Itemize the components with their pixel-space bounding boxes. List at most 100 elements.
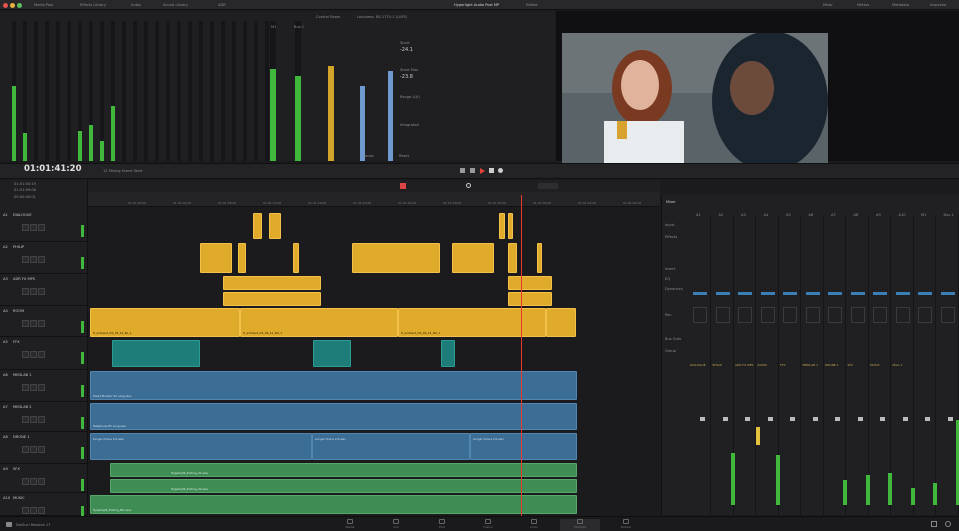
dynamics-graph[interactable]	[715, 307, 730, 323]
dynamics-graph[interactable]	[805, 307, 820, 323]
fader-knob[interactable]	[745, 417, 750, 421]
fader-knob[interactable]	[812, 417, 818, 421]
home-icon[interactable]	[931, 521, 937, 527]
eq-thumb[interactable]	[783, 292, 797, 295]
fader-knob[interactable]	[835, 417, 840, 421]
fader-knob[interactable]	[880, 417, 885, 421]
clip-dialogue-3[interactable]	[499, 213, 505, 239]
clip-philip-4[interactable]	[352, 243, 440, 273]
solo-button[interactable]	[30, 478, 37, 485]
page-color[interactable]: Color	[514, 519, 554, 531]
solo-button[interactable]	[30, 384, 37, 391]
clip-ffx-3[interactable]	[441, 340, 455, 367]
eq-thumb[interactable]	[850, 292, 865, 295]
record-button[interactable]	[22, 320, 29, 327]
dynamics-graph[interactable]	[828, 307, 842, 323]
clip-ffx-2[interactable]	[313, 340, 351, 367]
dynamics-graph[interactable]	[738, 307, 752, 323]
page-deliver[interactable]: Deliver	[606, 519, 646, 531]
dynamics-graph[interactable]	[693, 307, 707, 323]
playhead[interactable]	[521, 195, 522, 516]
clip-room-1[interactable]: H_ambient_DS_04_12_Ro_1	[90, 308, 240, 337]
clip-philip-7[interactable]	[537, 243, 542, 273]
mute-button[interactable]	[38, 351, 45, 358]
record-button[interactable]	[22, 446, 29, 453]
eq-thumb[interactable]	[828, 292, 842, 295]
link-icon[interactable]	[466, 183, 471, 188]
eq-thumb[interactable]	[918, 292, 932, 295]
eq-thumb[interactable]	[940, 292, 955, 295]
fader-knob[interactable]	[700, 417, 705, 421]
record-button[interactable]	[22, 478, 29, 485]
mute-button[interactable]	[38, 288, 45, 295]
clip-medlab-1[interactable]: Heart Monitor Sci Long.wav	[90, 371, 577, 400]
dynamics-graph[interactable]	[918, 307, 932, 323]
stop-icon[interactable]	[489, 168, 494, 173]
mute-button[interactable]	[38, 384, 45, 391]
fader-knob[interactable]	[767, 417, 773, 421]
dynamics-graph[interactable]	[873, 307, 887, 323]
dynamics-graph[interactable]	[783, 307, 797, 323]
clip-philip-1[interactable]	[200, 243, 232, 273]
eq-thumb[interactable]	[715, 292, 730, 295]
record-button[interactable]	[22, 507, 29, 514]
solo-button[interactable]	[30, 288, 37, 295]
eq-thumb[interactable]	[895, 292, 910, 295]
clip-philip-6[interactable]	[508, 243, 517, 273]
zoom-icon[interactable]	[17, 2, 22, 8]
effects-library-button[interactable]: Effects Library	[80, 1, 106, 9]
page-fusion[interactable]: Fusion	[468, 519, 508, 531]
dynamics-graph[interactable]	[850, 307, 865, 323]
mute-button[interactable]	[38, 416, 45, 423]
fast-forward-icon[interactable]	[470, 168, 475, 173]
clip-adr-4[interactable]	[508, 292, 552, 306]
dynamics-graph[interactable]	[760, 307, 775, 323]
metadata-button[interactable]: Metadata	[892, 1, 909, 9]
selection-tool-icon[interactable]	[400, 183, 406, 189]
index-button[interactable]: Index	[131, 1, 141, 9]
clip-room-2[interactable]: H_ambient_DS_06_12_RO_1	[240, 308, 398, 337]
mute-button[interactable]	[38, 478, 45, 485]
clip-philip-3[interactable]	[293, 243, 299, 273]
mixer-button[interactable]: Mixer	[823, 1, 833, 9]
record-button[interactable]	[22, 256, 29, 263]
play-icon[interactable]	[480, 168, 485, 174]
fader-knob[interactable]	[925, 417, 930, 421]
clip-philip-5[interactable]	[452, 243, 494, 273]
clip-philip-2[interactable]	[238, 243, 246, 273]
inspector-button[interactable]: Inspector	[930, 1, 947, 9]
page-media[interactable]: Media	[330, 519, 370, 531]
settings-icon[interactable]	[945, 521, 951, 527]
record-button[interactable]	[22, 224, 29, 231]
clip-adr-3[interactable]	[508, 276, 552, 290]
eq-thumb[interactable]	[738, 292, 752, 295]
record-button[interactable]	[22, 384, 29, 391]
eq-thumb[interactable]	[760, 292, 775, 295]
solo-button[interactable]	[30, 256, 37, 263]
solo-button[interactable]	[30, 320, 37, 327]
clip-dialogue-4[interactable]	[508, 213, 513, 239]
clip-drone-3[interactable]: Longer Drone 2.0.wav	[470, 433, 577, 460]
reset-button[interactable]: Reset	[399, 152, 409, 160]
minimize-icon[interactable]	[10, 2, 15, 8]
meters-button[interactable]: Meters	[857, 1, 869, 9]
media-pool-button[interactable]: Media Pool	[34, 1, 53, 9]
rewind-icon[interactable]	[460, 168, 465, 173]
loudness-mode[interactable]: BS.1770-1 (LUFS)	[376, 13, 407, 21]
solo-button[interactable]	[30, 351, 37, 358]
eq-thumb[interactable]	[693, 292, 707, 295]
record-button[interactable]	[22, 288, 29, 295]
record-button[interactable]	[22, 416, 29, 423]
fader-knob[interactable]	[902, 417, 908, 421]
clip-dialogue-1[interactable]	[253, 213, 262, 239]
fader-knob[interactable]	[857, 417, 863, 421]
pause-button[interactable]: Pause	[363, 152, 374, 160]
clip-drone-2[interactable]: Longer Drone 2.0.wav	[312, 433, 470, 460]
clip-ffx-1[interactable]	[112, 340, 200, 367]
mute-button[interactable]	[38, 507, 45, 514]
fader-knob[interactable]	[790, 417, 795, 421]
record-icon[interactable]	[498, 168, 503, 173]
timeline-ruler[interactable]: 01:01:00:00 01:01:04:00 01:01:08:00 01:01:1…	[88, 192, 686, 207]
dynamics-graph[interactable]	[940, 307, 955, 323]
solo-button[interactable]	[30, 507, 37, 514]
